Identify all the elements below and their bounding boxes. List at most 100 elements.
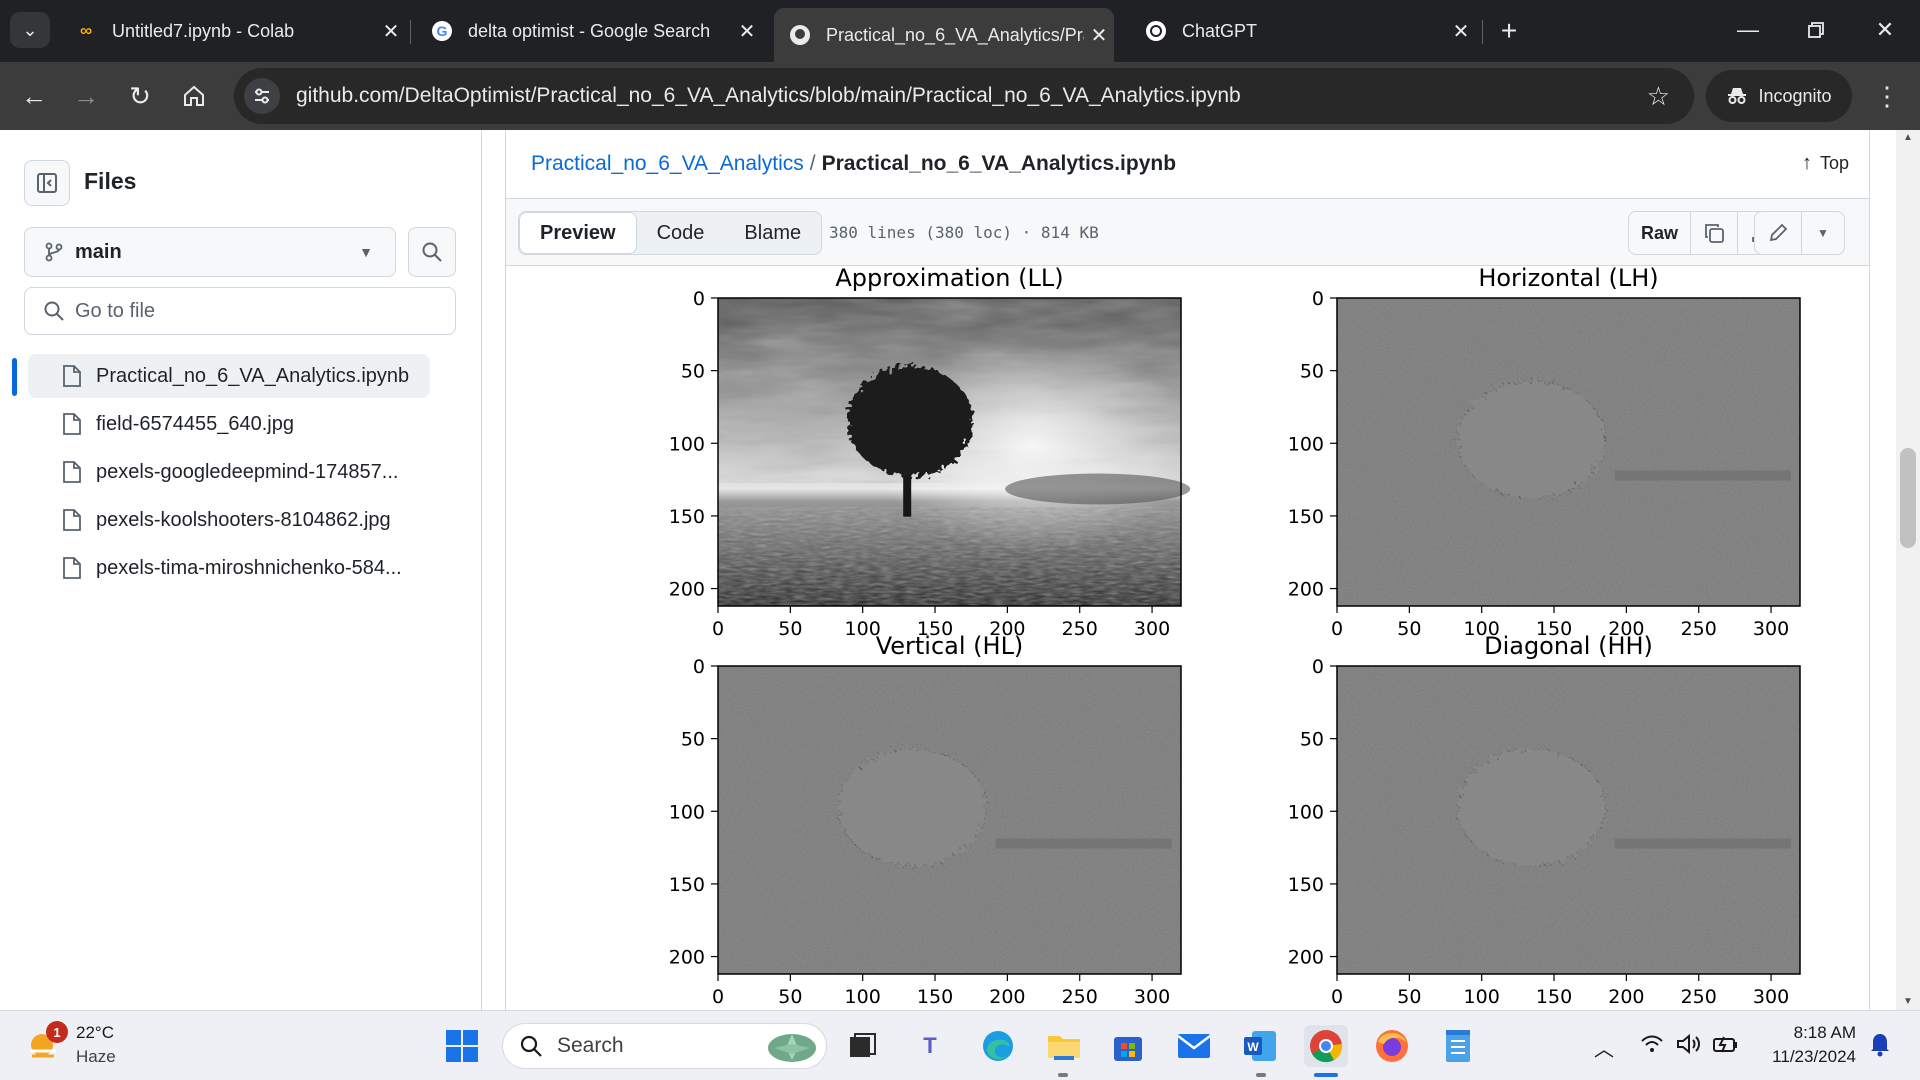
file-explorer-app[interactable]	[1042, 1025, 1086, 1067]
close-icon[interactable]: ✕	[732, 19, 762, 44]
y-tick-label: 50	[1300, 361, 1324, 383]
taskbar-search[interactable]: Search	[502, 1023, 827, 1069]
file-item[interactable]: pexels-tima-miroshnichenko-584...	[28, 546, 430, 590]
tab-chatgpt[interactable]: ChatGPT ✕	[1130, 10, 1476, 52]
show-hidden-icons-button[interactable]: ︿	[1594, 1033, 1614, 1062]
file-item[interactable]: pexels-koolshooters-8104862.jpg	[28, 498, 430, 542]
tab-preview[interactable]: Preview	[519, 212, 637, 254]
browser-toolbar: ← → ↻ github.com/DeltaOptimist/Practical…	[0, 62, 1920, 130]
subband-tree-edges	[1456, 748, 1607, 867]
subplot-title: Horizontal (LH)	[1478, 266, 1658, 292]
top-label: Top	[1819, 153, 1849, 173]
x-tick-label: 300	[1134, 986, 1170, 1008]
task-view-icon	[850, 1033, 876, 1057]
start-button[interactable]	[440, 1025, 484, 1067]
folder-icon	[1048, 1036, 1080, 1060]
x-tick-label: 100	[1464, 986, 1500, 1008]
x-tick-label: 0	[1331, 618, 1343, 640]
edge-app[interactable]	[976, 1025, 1020, 1067]
copy-icon	[1705, 224, 1724, 243]
close-icon[interactable]: ✕	[1446, 19, 1476, 44]
file-item[interactable]: field-6574455_640.jpg	[28, 402, 430, 446]
new-tab-button[interactable]: +	[1492, 14, 1526, 48]
active-file-indicator	[12, 358, 17, 396]
svg-text:G: G	[437, 23, 448, 39]
y-tick-label: 150	[669, 874, 705, 896]
close-window-button[interactable]: ✕	[1860, 12, 1910, 48]
scroll-down-icon[interactable]: ▼	[1896, 996, 1920, 1007]
home-button[interactable]	[172, 74, 216, 118]
search-icon	[520, 1035, 542, 1057]
arrow-up-icon: ↑	[1801, 152, 1812, 174]
volume-icon[interactable]	[1676, 1033, 1702, 1061]
chrome-app[interactable]	[1304, 1025, 1348, 1067]
tab-google-search[interactable]: G delta optimist - Google Search ✕	[416, 10, 762, 52]
notification-badge: 1	[46, 1021, 68, 1043]
close-icon[interactable]: ✕	[1084, 23, 1114, 48]
collapse-sidebar-button[interactable]	[24, 160, 70, 206]
restore-button[interactable]	[1791, 12, 1841, 48]
mail-app[interactable]	[1172, 1025, 1216, 1067]
notepad-icon	[1446, 1030, 1470, 1062]
site-info-icon[interactable]	[244, 78, 280, 114]
sidebar-title: Files	[84, 168, 137, 194]
tab-label: Untitled7.ipynb - Colab	[112, 20, 295, 41]
tab-blame[interactable]: Blame	[724, 212, 821, 254]
bookmark-star-icon[interactable]: ☆	[1647, 81, 1670, 112]
back-button[interactable]: ←	[12, 74, 56, 118]
scrollbar-thumb[interactable]	[1900, 448, 1916, 548]
url-text[interactable]: github.com/DeltaOptimist/Practical_no_6_…	[296, 84, 1241, 108]
page-scrollbar[interactable]: ▲ ▼	[1896, 130, 1920, 1010]
scroll-up-icon[interactable]: ▲	[1896, 132, 1920, 143]
file-item[interactable]: Practical_no_6_VA_Analytics.ipynb	[28, 354, 430, 398]
subband-tree-edges	[837, 748, 988, 867]
raw-button[interactable]: Raw	[1629, 212, 1692, 254]
tab-search-button[interactable]: ⌄	[10, 12, 50, 48]
notepad-app[interactable]	[1436, 1025, 1480, 1067]
breadcrumb-repo-link[interactable]: Practical_no_6_VA_Analytics	[531, 152, 804, 175]
reload-button[interactable]: ↻	[118, 74, 162, 118]
weather-widget[interactable]: 1 22°C Haze	[24, 1021, 116, 1069]
address-bar[interactable]: github.com/DeltaOptimist/Practical_no_6_…	[234, 68, 1694, 124]
browser-tab-bar: ⌄ ∞ Untitled7.ipynb - Colab ✕ G delta op…	[0, 0, 1920, 62]
wifi-icon[interactable]	[1640, 1033, 1664, 1061]
forward-button[interactable]: →	[64, 74, 108, 118]
file-name: pexels-koolshooters-8104862.jpg	[96, 508, 391, 531]
task-view-button[interactable]	[840, 1025, 884, 1067]
word-app[interactable]: W	[1238, 1025, 1282, 1067]
pencil-icon	[1769, 223, 1788, 242]
edge-icon	[983, 1031, 1013, 1061]
y-tick-label: 150	[1288, 874, 1324, 896]
wavelet-subbands-figure: Approximation (LL) 0 50 100 150 200 0 50 100 150 2…	[669, 266, 1801, 1008]
edit-dropdown-button[interactable]: ▼	[1802, 212, 1844, 254]
x-tick-label: 100	[845, 986, 881, 1008]
tab-colab[interactable]: ∞ Untitled7.ipynb - Colab ✕	[60, 10, 406, 52]
battery-icon[interactable]	[1712, 1033, 1740, 1061]
file-name: field-6574455_640.jpg	[96, 412, 294, 435]
minimize-button[interactable]: —	[1723, 12, 1773, 48]
back-to-top-button[interactable]: ↑ Top	[1802, 152, 1849, 175]
arrow-left-icon: ←	[21, 80, 47, 111]
edit-button[interactable]	[1755, 212, 1802, 254]
go-to-file-input[interactable]: Go to file	[24, 287, 456, 335]
teams-app[interactable]: T	[908, 1025, 952, 1067]
chatgpt-icon	[1144, 19, 1168, 43]
store-app[interactable]	[1106, 1025, 1150, 1067]
notifications-button[interactable]	[1868, 1031, 1892, 1063]
close-icon[interactable]: ✕	[376, 19, 406, 44]
tab-code[interactable]: Code	[637, 212, 725, 254]
branch-selector[interactable]: main ▼	[24, 227, 396, 277]
y-tick-label: 100	[1288, 801, 1324, 823]
incognito-badge[interactable]: Incognito	[1706, 70, 1852, 122]
search-files-button[interactable]	[408, 227, 456, 277]
y-tick-label: 50	[1300, 729, 1324, 751]
x-tick-label: 250	[1681, 986, 1717, 1008]
file-item[interactable]: pexels-googledeepmind-174857...	[28, 450, 430, 494]
tab-github-active[interactable]: Practical_no_6_VA_Analytics/Pra ✕	[774, 8, 1114, 62]
firefox-app[interactable]	[1370, 1025, 1414, 1067]
copy-raw-button[interactable]	[1691, 212, 1739, 254]
notebook-output: Approximation (LL) 0 50 100 150 200 0 50 100 150 2…	[506, 266, 1869, 1010]
clock[interactable]: 8:18 AM 11/23/2024	[1756, 1021, 1856, 1069]
subband-treeline-edges	[1614, 470, 1791, 481]
browser-menu-button[interactable]: ⋮	[1870, 76, 1904, 116]
